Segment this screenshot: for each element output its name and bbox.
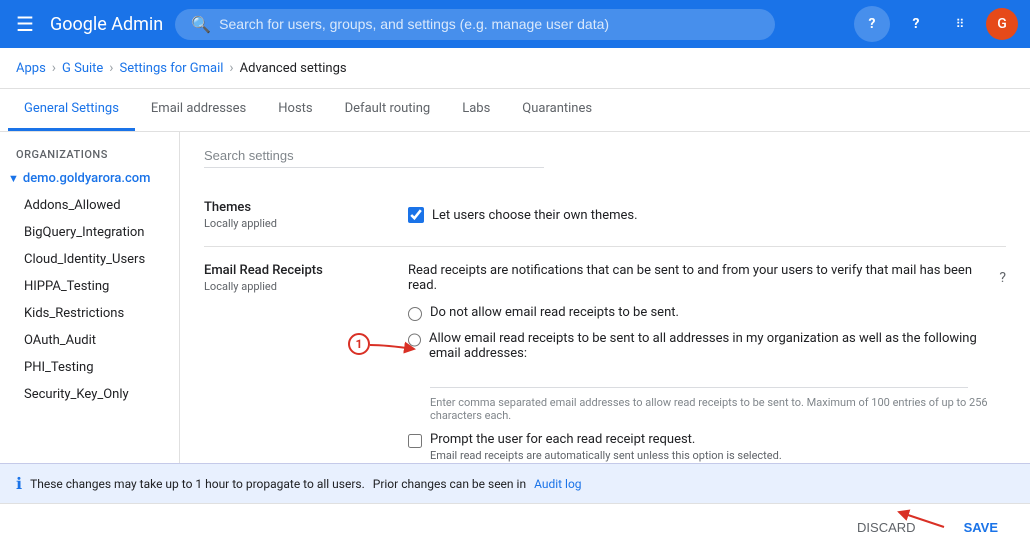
bottom-bar-link-prefix: Prior changes can be seen in [373, 477, 526, 491]
sidebar-root-item[interactable]: ▼ demo.goldyarora.com [0, 165, 179, 192]
email-hint: Enter comma separated email addresses to… [430, 396, 1006, 422]
sidebar-section-label: ORGANIZATIONS [0, 140, 179, 165]
tab-general-settings[interactable]: General Settings [8, 89, 135, 131]
breadcrumb-sep-1: › [52, 60, 56, 76]
breadcrumb-sep-2: › [109, 60, 113, 76]
content-area: Themes Locally applied Let users choose … [180, 132, 1030, 463]
logo-text: Google Admin [50, 14, 163, 35]
tab-labs[interactable]: Labs [446, 89, 506, 131]
bottom-bar-text: These changes may take up to 1 hour to p… [30, 477, 365, 491]
annotation-arrow-1 [370, 337, 420, 361]
search-bar: 🔍 [175, 9, 775, 40]
receipts-content: Read receipts are notifications that can… [408, 263, 1006, 463]
support-icon-btn[interactable]: ? [854, 6, 890, 42]
sidebar-item-cloud-identity[interactable]: Cloud_Identity_Users [0, 246, 179, 273]
themes-sublabel: Locally applied [204, 217, 384, 230]
top-nav: ☰ Google Admin 🔍 ? ? ⠿ G [0, 0, 1030, 48]
themes-checkbox-wrap: Let users choose their own themes. [408, 207, 638, 223]
nav-right: ? ? ⠿ G [854, 6, 1018, 42]
breadcrumb-current: Advanced settings [240, 61, 347, 76]
receipt-option-3: Prompt the user for each read receipt re… [408, 432, 1006, 462]
action-bar: DISCARD SAVE [0, 503, 1030, 551]
receipts-label-col: Email Read Receipts Locally applied [204, 263, 384, 463]
collapse-icon: ▼ [8, 172, 19, 185]
receipt-label-3: Prompt the user for each read receipt re… [430, 432, 782, 447]
email-read-receipts-row: Email Read Receipts Locally applied Read… [204, 247, 1006, 463]
sidebar-root-label: demo.goldyarora.com [23, 171, 151, 186]
themes-checkbox[interactable] [408, 207, 424, 223]
themes-checkbox-label: Let users choose their own themes. [432, 208, 638, 223]
sidebar-item-bigquery[interactable]: BigQuery_Integration [0, 219, 179, 246]
receipts-label: Email Read Receipts [204, 263, 384, 278]
bottom-bar: ℹ These changes may take up to 1 hour to… [0, 463, 1030, 503]
themes-label-col: Themes Locally applied [204, 200, 384, 230]
receipt-label-2: Allow email read receipts to be sent to … [429, 331, 1006, 361]
breadcrumb-gmail[interactable]: Settings for Gmail [120, 61, 224, 76]
tab-hosts[interactable]: Hosts [262, 89, 328, 131]
sidebar: ORGANIZATIONS ▼ demo.goldyarora.com Addo… [0, 132, 180, 463]
nav-logo: Google Admin [50, 14, 163, 35]
breadcrumb-apps[interactable]: Apps [16, 61, 46, 76]
sidebar-item-addons[interactable]: Addons_Allowed [0, 192, 179, 219]
search-icon: 🔍 [191, 15, 211, 34]
menu-icon[interactable]: ☰ [12, 8, 38, 40]
email-addresses-input[interactable] [430, 365, 968, 388]
receipt-label-1: Do not allow email read receipts to be s… [430, 305, 679, 320]
sidebar-item-hippa[interactable]: HIPPA_Testing [0, 273, 179, 300]
breadcrumb-gsuite[interactable]: G Suite [62, 61, 103, 76]
receipt-option-1: Do not allow email read receipts to be s… [408, 305, 1006, 321]
tab-email-addresses[interactable]: Email addresses [135, 89, 262, 131]
receipt-checkbox-3[interactable] [408, 434, 422, 448]
tabs-bar: General Settings Email addresses Hosts D… [0, 89, 1030, 132]
receipt-sublabel-3: Email read receipts are automatically se… [430, 449, 782, 462]
tab-default-routing[interactable]: Default routing [329, 89, 447, 131]
themes-setting-row: Themes Locally applied Let users choose … [204, 184, 1006, 247]
breadcrumb: Apps › G Suite › Settings for Gmail › Ad… [0, 48, 1030, 89]
main-layout: ORGANIZATIONS ▼ demo.goldyarora.com Addo… [0, 132, 1030, 463]
sidebar-item-kids[interactable]: Kids_Restrictions [0, 300, 179, 327]
themes-label: Themes [204, 200, 384, 215]
receipts-help-icon[interactable]: ? [999, 270, 1006, 286]
annotation-circle-1: 1 [348, 333, 370, 355]
info-icon: ℹ [16, 474, 22, 493]
breadcrumb-sep-3: › [229, 60, 233, 76]
receipts-description: Read receipts are notifications that can… [408, 263, 993, 293]
sidebar-item-oauth[interactable]: OAuth_Audit [0, 327, 179, 354]
receipt-radio-1[interactable] [408, 307, 422, 321]
settings-search-input[interactable] [204, 144, 544, 168]
help-icon-btn[interactable]: ? [898, 6, 934, 42]
tab-quarantines[interactable]: Quarantines [506, 89, 608, 131]
avatar[interactable]: G [986, 8, 1018, 40]
save-arrow [894, 502, 954, 532]
apps-grid-icon-btn[interactable]: ⠿ [942, 6, 978, 42]
themes-content: Let users choose their own themes. [408, 200, 1006, 230]
audit-log-link[interactable]: Audit log [534, 477, 581, 491]
save-button[interactable]: SAVE [948, 512, 1014, 543]
sidebar-item-phi[interactable]: PHI_Testing [0, 354, 179, 381]
search-input[interactable] [219, 16, 759, 32]
receipts-sublabel: Locally applied [204, 280, 384, 293]
sidebar-item-security-key[interactable]: Security_Key_Only [0, 381, 179, 408]
